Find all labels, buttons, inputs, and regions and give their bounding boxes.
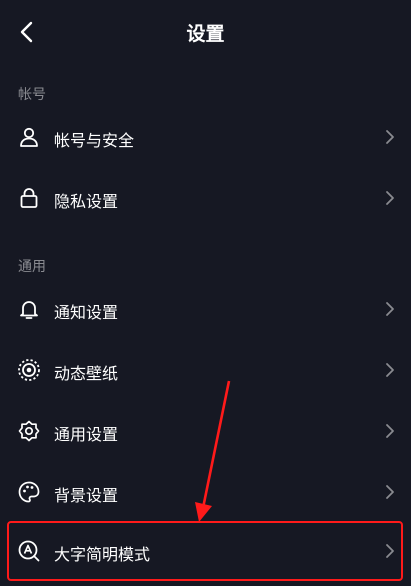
- highlight-box: [7, 521, 403, 581]
- settings-item-account-security[interactable]: 帐号与安全: [0, 109, 411, 167]
- chevron-right-icon: [386, 424, 394, 438]
- settings-item-label: 动态壁纸: [54, 364, 119, 383]
- chevron-right-icon: [386, 363, 394, 377]
- settings-item-background[interactable]: 背景设置: [0, 464, 411, 522]
- settings-item-label: 背景设置: [54, 486, 119, 505]
- settings-item-label: 通知设置: [54, 303, 119, 322]
- gear-icon: [18, 420, 40, 442]
- page-title: 设置: [186, 23, 225, 45]
- chevron-right-icon: [386, 191, 394, 205]
- palette-icon: [18, 481, 40, 503]
- live-wallpaper-icon: [18, 359, 40, 381]
- bell-icon: [20, 301, 38, 319]
- settings-screen: 设置 帐号 帐号与安全 隐私设置 通用 通知设置 动态壁纸 通用设置 背景设置 …: [0, 0, 411, 586]
- chevron-right-icon: [386, 302, 394, 316]
- settings-item-notifications[interactable]: 通知设置: [0, 281, 411, 339]
- section-label-general: 通用: [18, 259, 46, 275]
- settings-item-label: 通用设置: [54, 425, 119, 444]
- settings-item-label: 帐号与安全: [54, 131, 135, 150]
- chevron-right-icon: [386, 130, 394, 144]
- lock-icon: [20, 188, 38, 208]
- header-bar: 设置: [0, 0, 411, 64]
- chevron-right-icon: [386, 485, 394, 499]
- settings-item-privacy[interactable]: 隐私设置: [0, 170, 411, 228]
- settings-item-live-wallpaper[interactable]: 动态壁纸: [0, 342, 411, 400]
- settings-item-general[interactable]: 通用设置: [0, 403, 411, 461]
- user-icon: [20, 127, 38, 147]
- settings-item-label: 隐私设置: [54, 192, 119, 211]
- section-label-account: 帐号: [18, 87, 46, 103]
